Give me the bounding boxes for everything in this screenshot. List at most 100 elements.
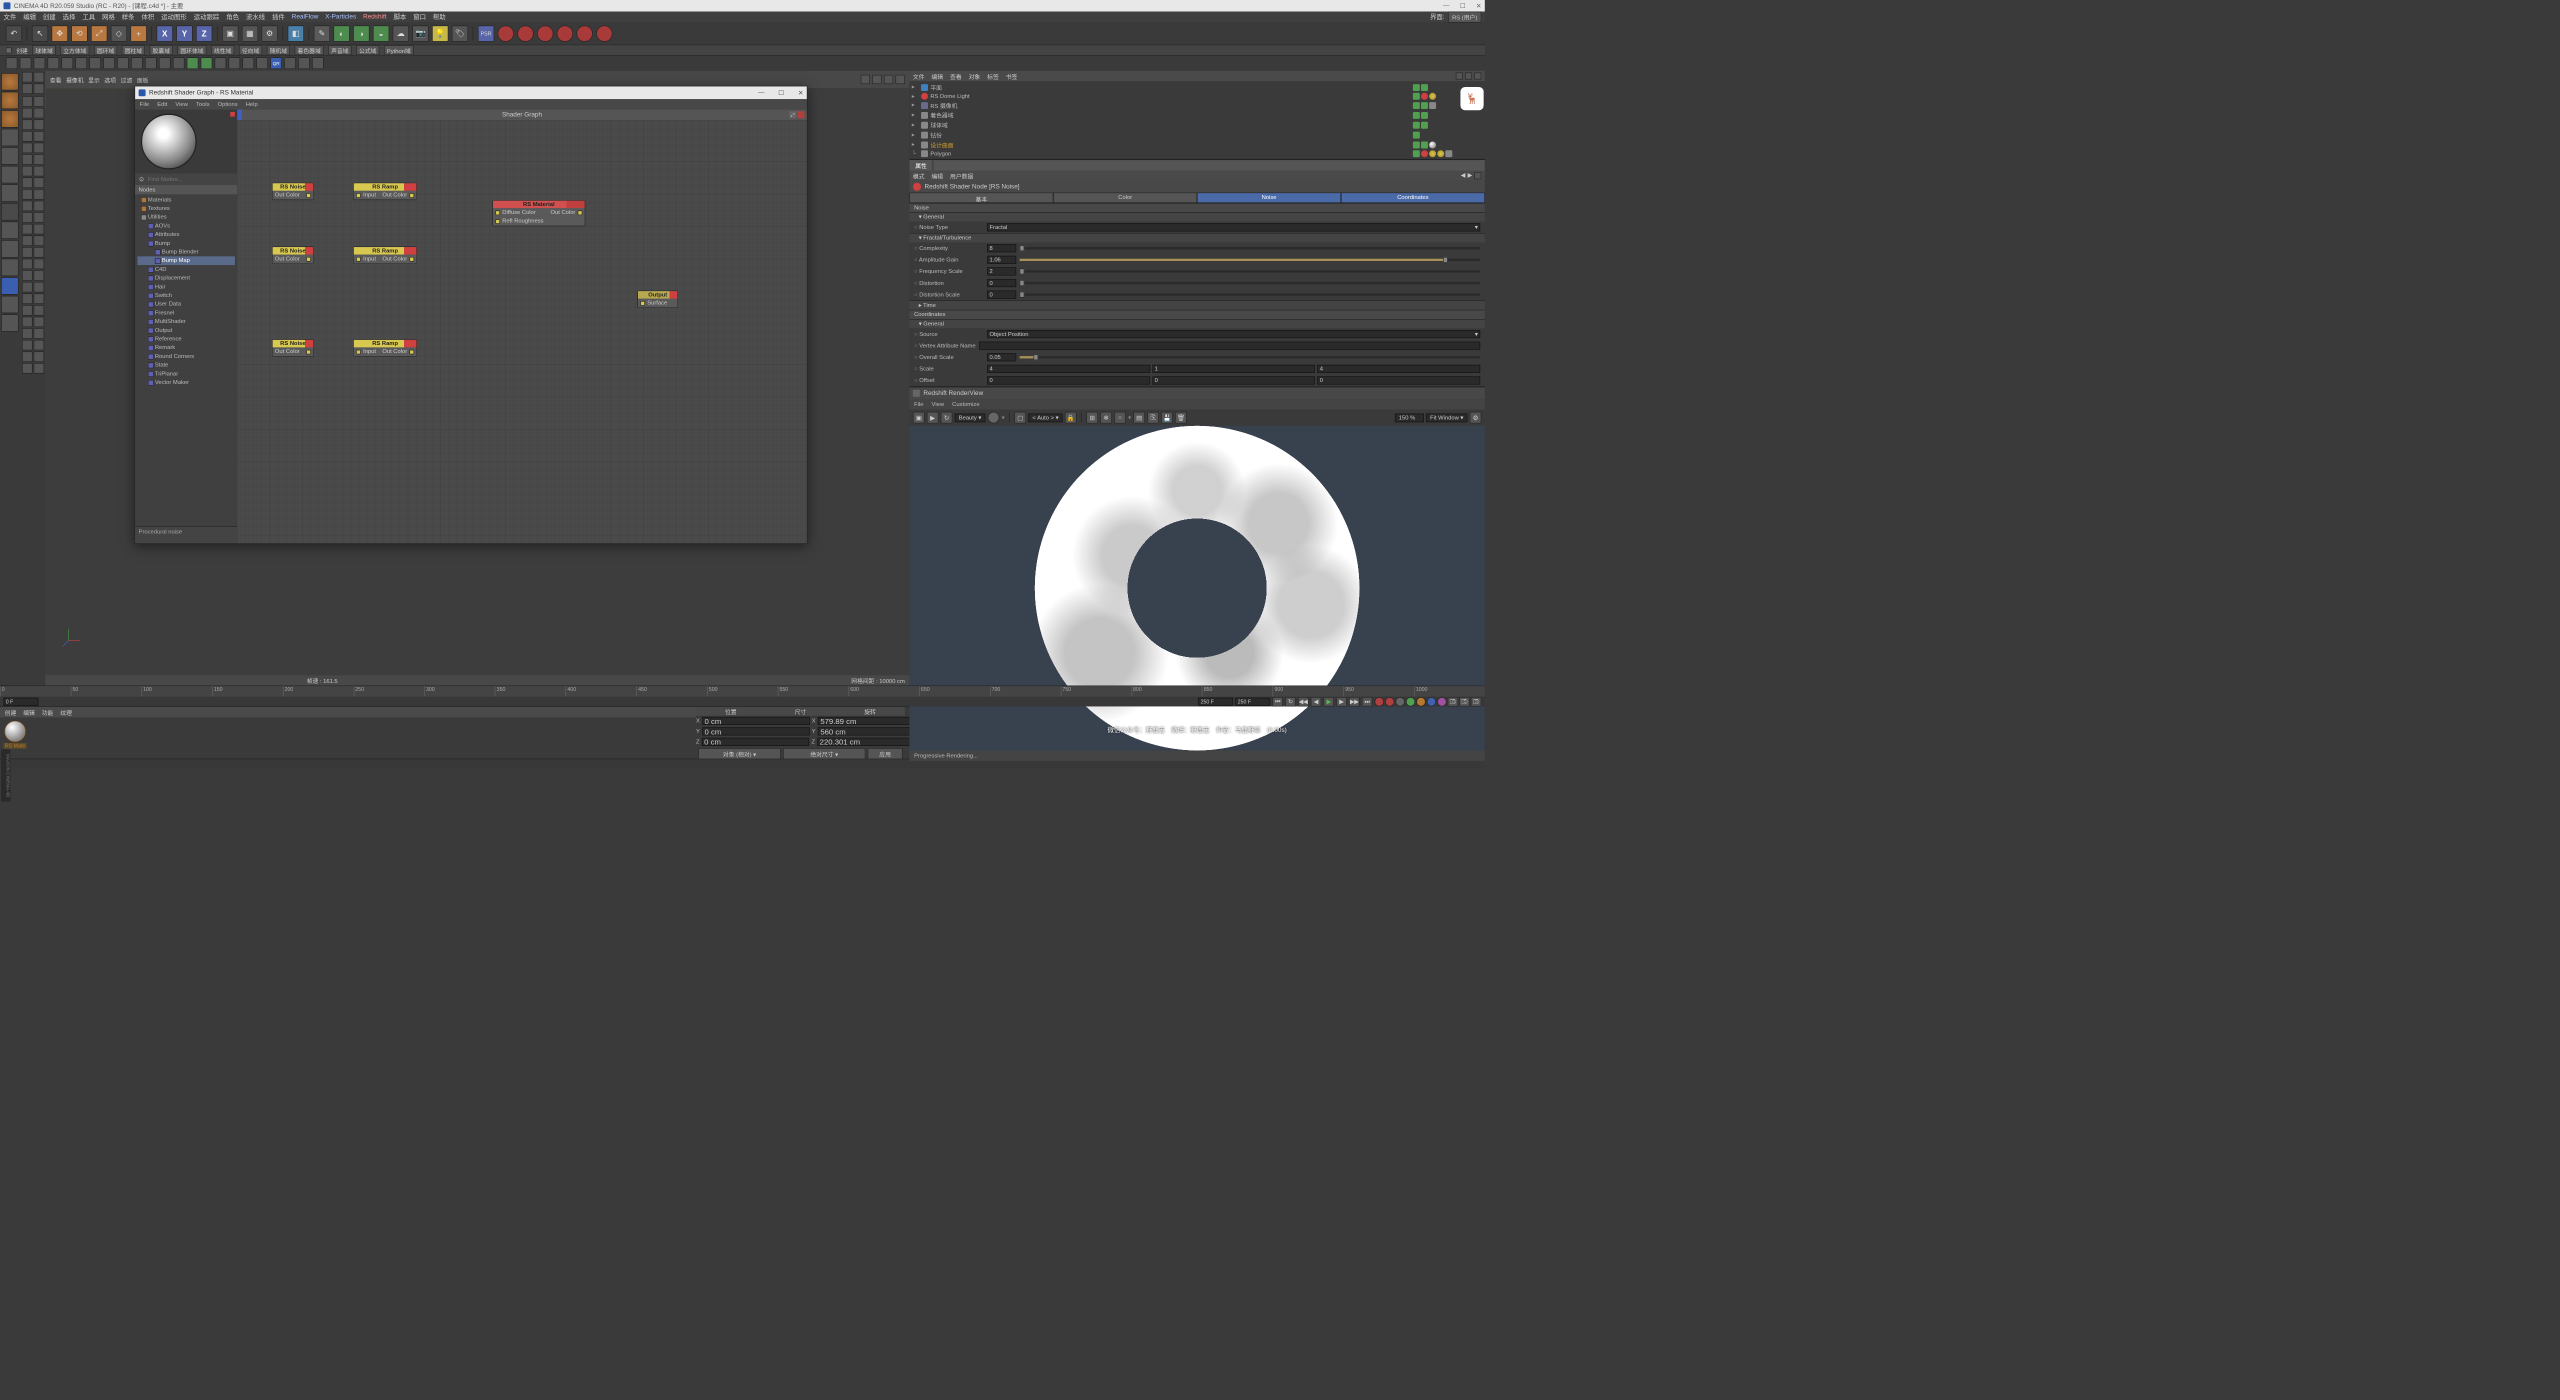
mm-menu[interactable]: 纹理 <box>60 708 72 717</box>
field-select[interactable]: 圆环域 <box>94 45 117 55</box>
tree-item[interactable]: Output <box>137 326 234 335</box>
tool-swatch[interactable] <box>34 363 44 373</box>
output-port[interactable] <box>306 193 311 198</box>
object-row[interactable]: ▸着色器域 <box>912 110 1483 120</box>
object-tag-icon[interactable] <box>1413 93 1420 100</box>
lastused-tool-icon[interactable]: ◇ <box>111 25 127 41</box>
param-slider[interactable] <box>1020 259 1481 261</box>
tl-opt-icon[interactable]: ⎄ <box>1448 697 1458 706</box>
material-preview[interactable] <box>141 114 197 170</box>
tool-swatch[interactable] <box>22 224 32 234</box>
node-rsnoise[interactable]: RS Noise Out Color <box>272 247 314 264</box>
rot-dot-icon[interactable] <box>1427 697 1436 706</box>
input-port[interactable] <box>356 257 361 262</box>
field-select[interactable]: Python域 <box>384 45 414 55</box>
field-select[interactable]: 随机域 <box>267 45 290 55</box>
tree-item[interactable]: Materials <box>137 195 234 204</box>
tool-icon[interactable] <box>215 57 227 69</box>
section-time[interactable]: ▸ Time <box>909 300 1484 309</box>
sw-menu[interactable]: Tools <box>196 101 210 107</box>
om-tab[interactable]: 书签 <box>1006 72 1018 81</box>
prev-frame-icon[interactable]: ◀ <box>1311 697 1321 706</box>
menu-item[interactable]: 体积 <box>142 12 155 21</box>
object-tag-icon[interactable] <box>1421 93 1428 100</box>
object-tag-icon[interactable] <box>1421 122 1428 129</box>
tool-icon[interactable] <box>20 57 32 69</box>
menu-item[interactable]: RealFlow <box>292 13 319 20</box>
object-row[interactable]: ▸平面 <box>912 82 1483 92</box>
object-row[interactable]: ▸RS 摄像机 <box>912 100 1483 110</box>
tool-icon[interactable] <box>48 57 60 69</box>
object-row[interactable]: ▸RS Dome Light <box>912 92 1483 100</box>
render-settings-icon[interactable]: ⚙ <box>262 25 278 41</box>
tool-swatch[interactable] <box>34 143 44 153</box>
plus-tool-icon[interactable]: + <box>131 25 147 41</box>
tree-item[interactable]: TriPlanar <box>137 369 234 378</box>
size-mode-select[interactable]: 绝对尺寸 ▾ <box>783 748 865 759</box>
loop-icon[interactable]: ↻ <box>1285 697 1295 706</box>
scale-x-input[interactable] <box>987 365 1150 373</box>
tool-swatch[interactable] <box>22 282 32 292</box>
node-rsnoise[interactable]: RS Noise Out Color <box>272 183 314 200</box>
sw-menu[interactable]: View <box>175 101 187 107</box>
param-slider[interactable] <box>1020 282 1481 284</box>
viewport-solo-icon[interactable] <box>1 259 18 276</box>
attr-tab-noise[interactable]: Noise <box>1197 193 1341 203</box>
attr-menu[interactable]: 用户数据 <box>950 171 973 180</box>
tool-swatch[interactable] <box>34 189 44 199</box>
source-select[interactable]: Object Position▾ <box>987 330 1480 338</box>
tool-swatch[interactable] <box>34 212 44 222</box>
tool-icon[interactable] <box>229 57 241 69</box>
object-tag-icon[interactable] <box>1413 131 1420 138</box>
rv-menu[interactable]: View <box>932 401 944 407</box>
menu-item[interactable]: 运动图形 <box>161 12 187 21</box>
aov-select[interactable]: Beauty ▾ <box>955 413 986 422</box>
object-tag-icon[interactable] <box>1445 150 1452 157</box>
tool-swatch[interactable] <box>34 96 44 106</box>
record-r-icon[interactable] <box>537 25 553 41</box>
attr-panel-tab[interactable]: 属性 <box>909 160 933 170</box>
enable-axis-icon[interactable] <box>1 222 18 239</box>
object-tag-icon[interactable] <box>1413 112 1420 119</box>
grid-icon[interactable]: ⊞ <box>1086 412 1098 424</box>
tool-swatch[interactable] <box>34 351 44 361</box>
lock-icon[interactable]: 🔒 <box>1065 412 1077 424</box>
fwd-icon[interactable]: ▶ <box>1468 172 1472 179</box>
undo-icon[interactable]: ↶ <box>6 25 22 41</box>
minimize-button[interactable]: — <box>1443 2 1449 10</box>
menu-item[interactable]: 网格 <box>102 12 115 21</box>
tree-item[interactable]: Hair <box>137 282 234 291</box>
tool-swatch[interactable] <box>34 154 44 164</box>
next-frame-icon[interactable]: ▶ <box>1336 697 1346 706</box>
select-tool-icon[interactable]: ↖ <box>32 25 48 41</box>
tool-swatch[interactable] <box>22 189 32 199</box>
sw-menu[interactable]: Help <box>246 101 258 107</box>
tool-swatch[interactable] <box>34 119 44 129</box>
autokeyframe-icon[interactable] <box>577 25 593 41</box>
tool-swatch[interactable] <box>22 317 32 327</box>
object-tag-icon[interactable] <box>1421 112 1428 119</box>
tool-icon[interactable] <box>6 57 18 69</box>
output-port[interactable] <box>306 349 311 354</box>
goto-start-icon[interactable]: ⏮ <box>1273 697 1283 706</box>
tool-swatch[interactable] <box>34 340 44 350</box>
node-rsnoise[interactable]: RS Noise Out Color <box>272 339 314 356</box>
copy-icon[interactable]: ⎘ <box>1147 412 1159 424</box>
tool-swatch[interactable] <box>22 212 32 222</box>
offset-z-input[interactable] <box>1317 376 1480 384</box>
object-tag-icon[interactable] <box>1413 122 1420 129</box>
tree-item[interactable]: Switch <box>137 291 234 300</box>
nurbs-icon[interactable]: ◐ <box>334 25 350 41</box>
object-tag-icon[interactable] <box>1413 102 1420 109</box>
goto-end-icon[interactable]: ⏭ <box>1362 697 1372 706</box>
tool-swatch[interactable] <box>22 84 32 94</box>
tree-item[interactable]: Reference <box>137 335 234 344</box>
spline-pen-icon[interactable]: ✎ <box>314 25 330 41</box>
snowflake-icon[interactable]: ❄ <box>1100 412 1112 424</box>
snapshot-icon[interactable]: ▤ <box>1133 412 1145 424</box>
record-pla-icon[interactable] <box>557 25 573 41</box>
field-select[interactable]: 圆环体域 <box>177 45 206 55</box>
tool-icon[interactable] <box>201 57 213 69</box>
shader-graph-canvas[interactable]: Shader Graph ⤢ RS Noise Out Color R <box>237 110 807 544</box>
field-select[interactable]: 线性域 <box>211 45 234 55</box>
